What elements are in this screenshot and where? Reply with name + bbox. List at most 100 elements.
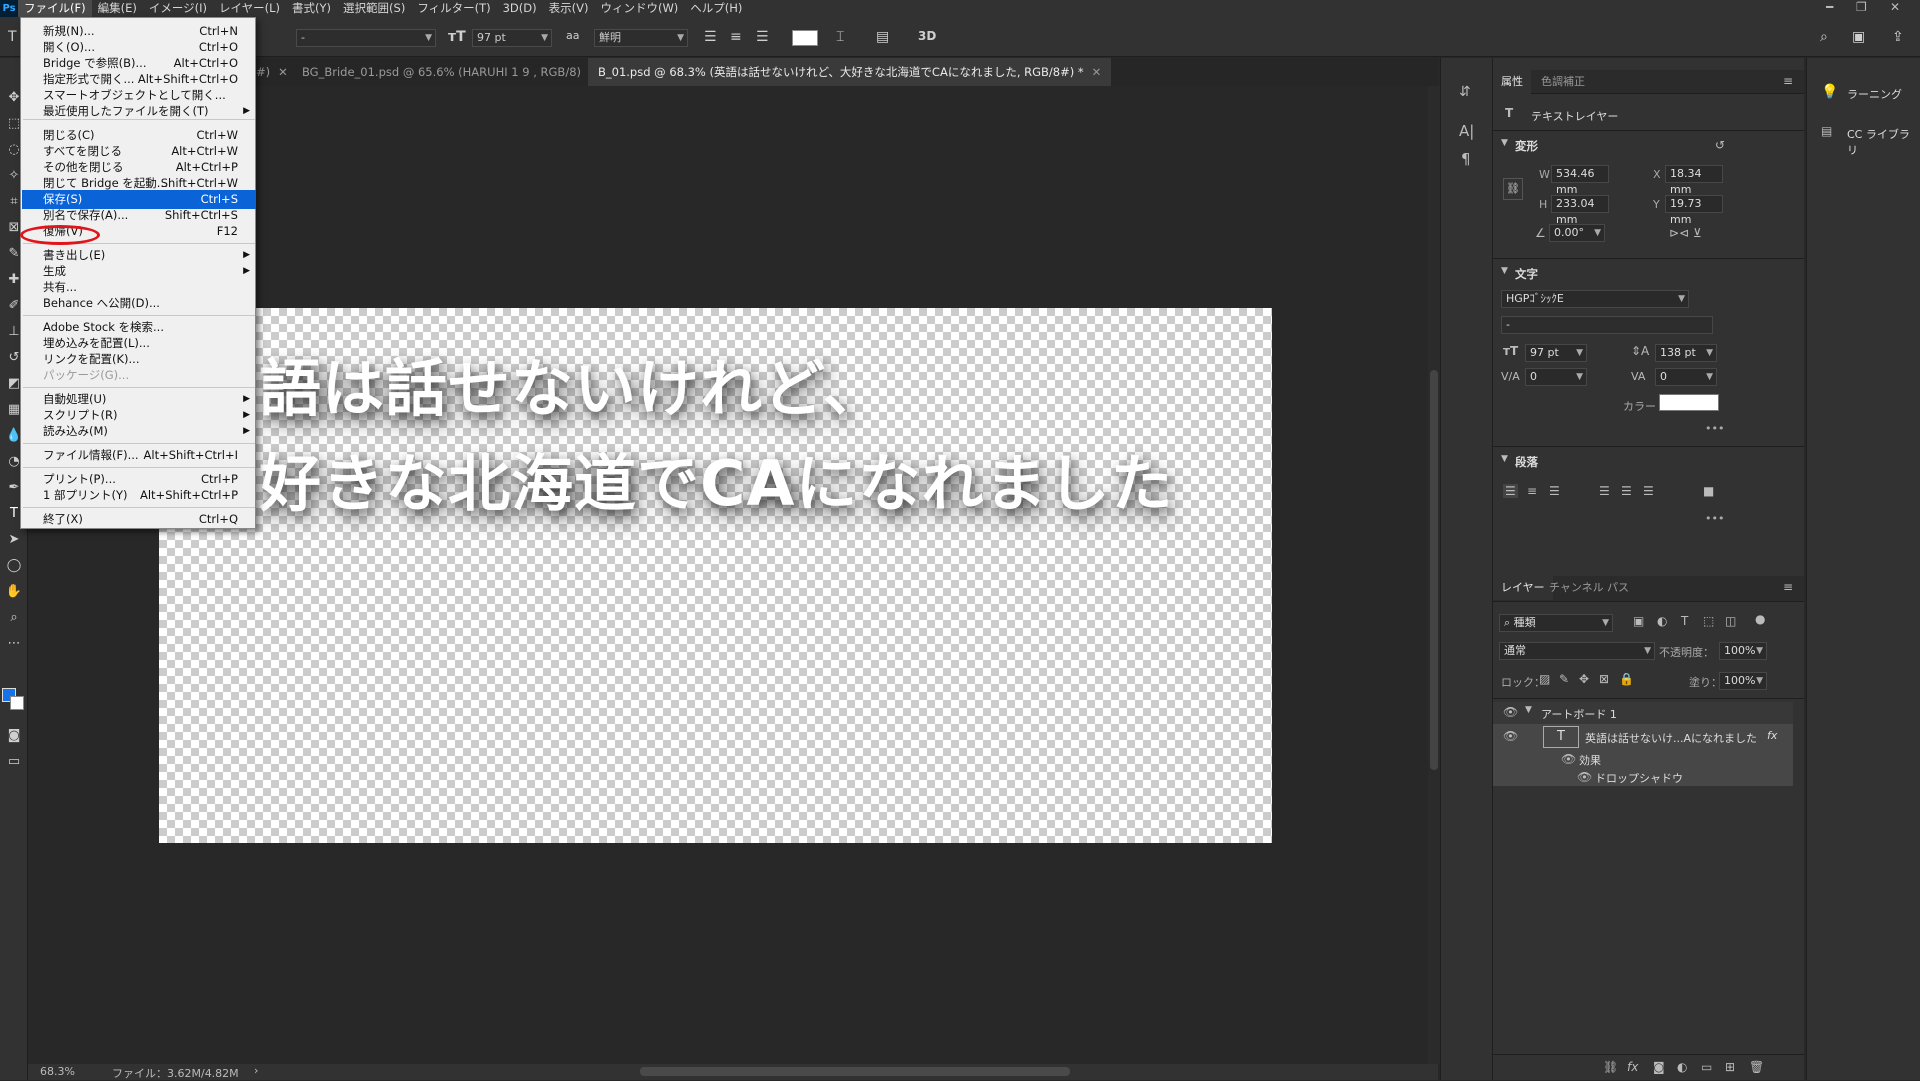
hand-tool-icon[interactable]: ✋: [4, 582, 24, 602]
document-canvas[interactable]: 語は話せないけれど、 好きな北海道でCAになれました: [159, 308, 1272, 843]
chevron-down-icon[interactable]: ▼: [1501, 266, 1508, 276]
character-panel-icon[interactable]: A|: [1459, 122, 1474, 140]
add-style-icon[interactable]: fx: [1627, 1060, 1638, 1074]
trash-icon[interactable]: 🗑: [1749, 1060, 1764, 1074]
new-group-icon[interactable]: ▭: [1701, 1060, 1712, 1074]
align-center-icon[interactable]: ≡: [730, 29, 742, 45]
new-adjustment-icon[interactable]: ◐: [1677, 1060, 1687, 1074]
y-field[interactable]: 19.73 mm: [1665, 195, 1723, 226]
menu-3[interactable]: レイヤー(L): [213, 0, 286, 17]
text-tool-icon[interactable]: T: [8, 29, 17, 45]
filter-adjustment-icon[interactable]: ◐: [1657, 614, 1667, 628]
new-layer-icon[interactable]: ⊞: [1725, 1060, 1735, 1074]
menu-2[interactable]: イメージ(I): [143, 0, 213, 17]
fx-icon[interactable]: fx: [1767, 729, 1777, 742]
fill-field[interactable]: 100% ▼: [1719, 672, 1767, 690]
kerning-field[interactable]: 0 ▼: [1525, 368, 1587, 386]
visibility-eye-icon[interactable]: 👁: [1503, 705, 1518, 719]
menu-5[interactable]: 選択範囲(S): [337, 0, 411, 17]
effects-row[interactable]: 👁 効果: [1493, 750, 1793, 768]
zoom-level[interactable]: 68.3%: [40, 1065, 75, 1078]
canvas-text-line-1[interactable]: 語は話せないけれど、: [259, 338, 886, 428]
align-right-icon[interactable]: ☰: [1549, 484, 1560, 498]
flip-horizontal-icon[interactable]: ⊳⊲: [1669, 226, 1689, 240]
file-menu-item-23[interactable]: 読み込み(M) ▶: [22, 422, 256, 441]
close-tab-icon[interactable]: ✕: [278, 65, 288, 79]
tab-paths[interactable]: パス: [1599, 576, 1637, 600]
flip-vertical-icon[interactable]: ⊻: [1693, 226, 1702, 240]
align-left-icon[interactable]: ☰: [1503, 484, 1518, 498]
filter-smart-icon[interactable]: ◫: [1725, 614, 1736, 628]
vertical-scroll-thumb[interactable]: [1430, 370, 1438, 770]
justify-left-icon[interactable]: ☰: [1599, 484, 1610, 498]
tracking-field[interactable]: 0 ▼: [1655, 368, 1717, 386]
lightbulb-icon[interactable]: 💡: [1821, 84, 1838, 100]
justify-center-icon[interactable]: ☰: [1621, 484, 1632, 498]
font-style-select[interactable]: -: [1501, 316, 1713, 334]
anti-alias-select[interactable]: 鮮明 ▼: [594, 29, 688, 47]
align-center-icon[interactable]: ≡: [1527, 484, 1537, 498]
filter-type-icon[interactable]: T: [1681, 614, 1688, 628]
align-left-icon[interactable]: ☰: [704, 29, 717, 45]
leading-field[interactable]: 138 pt ▼: [1655, 344, 1717, 362]
angle-field[interactable]: 0.00° ▼: [1549, 224, 1605, 242]
close-window-icon[interactable]: ✕: [1890, 0, 1900, 14]
close-tab-icon[interactable]: ✕: [1092, 65, 1102, 79]
tab-properties[interactable]: 属性: [1493, 70, 1531, 94]
menu-7[interactable]: 3D(D): [497, 0, 543, 17]
more-options-icon[interactable]: •••: [1705, 422, 1724, 435]
filter-toggle-icon[interactable]: ●: [1755, 612, 1765, 626]
x-field[interactable]: 18.34 mm: [1665, 165, 1723, 196]
menu-4[interactable]: 書式(Y): [286, 0, 337, 17]
zoom-tool-icon[interactable]: ⌕: [4, 608, 24, 628]
panel-menu-icon[interactable]: ≡: [1783, 580, 1793, 594]
file-menu-item-16[interactable]: Behance へ公開(D)...: [22, 294, 256, 313]
font-size-select[interactable]: 97 pt ▼: [472, 29, 552, 47]
warp-text-icon[interactable]: ⌶: [836, 29, 844, 45]
menu-10[interactable]: ヘルプ(H): [684, 0, 748, 17]
opacity-field[interactable]: 100% ▼: [1719, 642, 1767, 660]
background-color-swatch[interactable]: [10, 696, 24, 710]
share-icon[interactable]: ⇪: [1892, 29, 1904, 45]
layer-filter-select[interactable]: ⌕ 種類 ▼: [1499, 614, 1613, 632]
filter-shape-icon[interactable]: ⬚: [1703, 614, 1714, 628]
height-field[interactable]: 233.04 mm: [1551, 195, 1609, 226]
more-options-icon[interactable]: •••: [1705, 512, 1724, 525]
file-menu-item-27[interactable]: 終了(X) Ctrl+Q: [22, 510, 256, 529]
text-color-swatch[interactable]: [1659, 394, 1719, 411]
width-field[interactable]: 534.46 mm: [1551, 165, 1609, 196]
paragraph-panel-icon[interactable]: ¶: [1461, 150, 1471, 168]
chevron-down-icon[interactable]: ▼: [1525, 705, 1532, 715]
panel-menu-icon[interactable]: ≡: [1783, 74, 1793, 88]
blend-mode-select[interactable]: 通常 ▼: [1499, 642, 1655, 660]
add-mask-icon[interactable]: ◙: [1653, 1060, 1665, 1074]
cc-library-label[interactable]: CC ライブラリ: [1847, 126, 1920, 158]
chevron-down-icon[interactable]: ▼: [1501, 454, 1508, 464]
menu-6[interactable]: フィルター(T): [411, 0, 496, 17]
font-family-select[interactable]: HGPｺﾞｼｯｸE ▼: [1501, 290, 1689, 308]
visibility-eye-icon[interactable]: 👁: [1577, 770, 1592, 784]
layer-text-row[interactable]: 👁 T 英語は話せないけ...Aになれました fx: [1493, 724, 1793, 750]
layer-artboard-row[interactable]: 👁 ▼ アートボード 1: [1493, 702, 1793, 724]
link-dimensions-icon[interactable]: ⛓: [1503, 178, 1523, 200]
tab-adjustments[interactable]: 色調補正: [1533, 70, 1593, 94]
history-panel-icon[interactable]: ⇵: [1459, 84, 1471, 100]
justify-right-icon[interactable]: ☰: [1643, 484, 1654, 498]
chevron-down-icon[interactable]: ▼: [1501, 138, 1508, 148]
align-right-icon[interactable]: ☰: [756, 29, 769, 45]
menu-9[interactable]: ウィンドウ(W): [594, 0, 684, 17]
link-layers-icon[interactable]: ⛓: [1603, 1060, 1618, 1074]
restore-icon[interactable]: ❐: [1856, 0, 1867, 14]
lock-artboard-icon[interactable]: ⊠: [1599, 672, 1609, 686]
text-layer-name[interactable]: 英語は話せないけ...Aになれました: [1585, 730, 1757, 746]
menu-0[interactable]: ファイル(F): [18, 0, 92, 17]
menu-8[interactable]: 表示(V): [543, 0, 595, 17]
file-menu-item-5[interactable]: 最近使用したファイルを開く(T) ▶: [22, 102, 256, 121]
tab-document-2[interactable]: BG_Bride_01.psd @ 65.6% (HARUHI 1 9 , RG…: [292, 58, 609, 86]
drop-shadow-row[interactable]: 👁 ドロップシャドウ: [1493, 768, 1793, 786]
screen-mode-icon[interactable]: ▭: [4, 752, 24, 772]
3d-button[interactable]: 3D: [918, 29, 936, 43]
more-tools-icon[interactable]: ⋯: [4, 634, 24, 654]
shape-tool-icon[interactable]: ◯: [4, 556, 24, 576]
filter-pixel-icon[interactable]: ▣: [1633, 614, 1644, 628]
